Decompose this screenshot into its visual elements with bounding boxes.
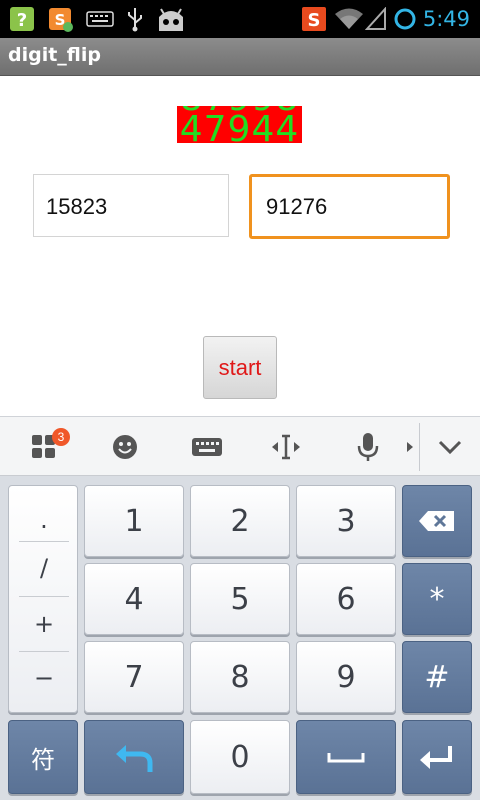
backspace-icon [419, 511, 454, 531]
symbols-key[interactable]: 符 [8, 720, 78, 794]
symbol-dot-key[interactable]: . [9, 506, 79, 534]
sync-circle-icon [392, 5, 418, 33]
key-6[interactable]: 6 [296, 563, 396, 635]
help-app-icon: ? [6, 5, 38, 33]
symbol-column[interactable]: . / + − [8, 485, 78, 713]
flip-lower-digits: 47944 [179, 109, 300, 144]
app-title: digit_flip [8, 44, 102, 66]
toolbar-divider [419, 423, 420, 471]
microphone-icon[interactable] [352, 417, 384, 477]
star-key[interactable]: * [402, 563, 472, 635]
sogou-input-icon: S [300, 5, 328, 33]
signal-icon [364, 5, 388, 33]
action-bar: digit_flip [0, 38, 480, 76]
svg-text:S: S [308, 10, 321, 31]
symbol-divider [19, 541, 69, 542]
key-0[interactable]: 0 [190, 720, 290, 794]
enter-key[interactable] [402, 720, 472, 794]
apps-grid-icon[interactable] [24, 417, 64, 477]
clock-time: 5:49 [422, 7, 470, 31]
keyboard-switch-icon[interactable] [186, 417, 228, 477]
cursor-move-icon[interactable] [268, 417, 304, 477]
second-number-input[interactable]: 91276 [249, 174, 450, 239]
key-3[interactable]: 3 [296, 485, 396, 557]
symbol-plus-key[interactable]: + [9, 610, 79, 638]
space-bar-icon [327, 753, 365, 763]
more-chevron-icon[interactable] [404, 417, 416, 477]
keyboard-toolbar [0, 416, 480, 476]
sogou-app-icon: S [44, 5, 76, 33]
symbol-minus-key[interactable]: − [9, 664, 79, 692]
digit-flip-display: 87998 47944 [177, 106, 302, 143]
symbol-divider [19, 596, 69, 597]
enter-arrow-icon [420, 746, 452, 769]
emoji-icon[interactable] [105, 417, 145, 477]
key-2[interactable]: 2 [190, 485, 290, 557]
key-7[interactable]: 7 [84, 641, 184, 713]
key-9[interactable]: 9 [296, 641, 396, 713]
notification-badge: 3 [52, 428, 70, 446]
key-5[interactable]: 5 [190, 563, 290, 635]
first-number-input[interactable]: 15823 [33, 174, 229, 237]
undo-key[interactable] [84, 720, 184, 794]
key-4[interactable]: 4 [84, 563, 184, 635]
hash-key[interactable]: # [402, 641, 472, 713]
symbol-slash-key[interactable]: / [9, 554, 79, 582]
start-button[interactable]: start [203, 336, 277, 399]
keyboard-icon [84, 5, 116, 33]
usb-icon [122, 5, 148, 33]
android-debug-icon [154, 5, 188, 33]
symbol-divider [19, 651, 69, 652]
undo-arrow-icon [116, 745, 153, 772]
wifi-icon [333, 5, 365, 33]
collapse-chevron-icon[interactable] [430, 417, 470, 477]
svg-text:?: ? [17, 10, 27, 31]
key-1[interactable]: 1 [84, 485, 184, 557]
space-key[interactable] [296, 720, 396, 794]
key-8[interactable]: 8 [190, 641, 290, 713]
backspace-key[interactable] [402, 485, 472, 557]
status-bar: ? S S 5:49 [0, 0, 480, 38]
